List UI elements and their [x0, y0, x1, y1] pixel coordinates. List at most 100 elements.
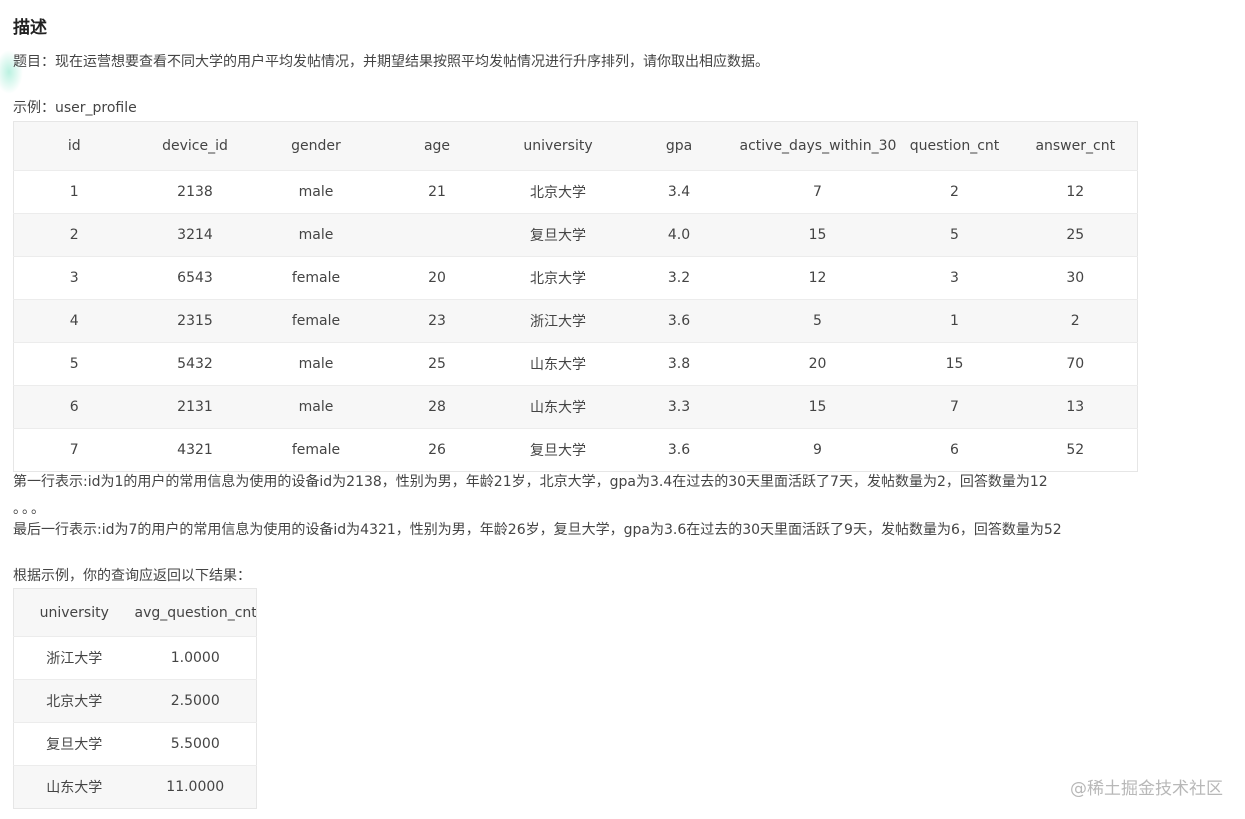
- table-row: 北京大学 2.5000: [13, 679, 257, 723]
- cell-device-id: 5432: [177, 356, 213, 372]
- cell-age: 25: [428, 356, 446, 372]
- column-header-active-days: active_days_within_30: [739, 138, 896, 154]
- column-header-device-id: device_id: [162, 138, 228, 154]
- cell-gender: female: [291, 442, 341, 458]
- cell-gpa: 4.0: [667, 227, 691, 243]
- cell-question-cnt: 15: [945, 356, 964, 372]
- cell-university: 山东大学: [530, 357, 586, 373]
- table-header-row: id device_id gender age university gpa a…: [13, 121, 1138, 171]
- cell-gender: male: [298, 227, 334, 243]
- cell-university: 复旦大学: [530, 228, 586, 244]
- cell-university: 复旦大学: [530, 443, 586, 459]
- table-row: 6 2131 male 28 山东大学 3.3 15 7 13: [13, 385, 1138, 429]
- cell-age: 23: [428, 313, 446, 329]
- cell-question-cnt: 6: [950, 442, 959, 458]
- cell-university: 北京大学: [530, 271, 586, 287]
- cell-device-id: 2315: [177, 313, 213, 329]
- cell-active-days: 12: [808, 270, 827, 286]
- cell-avg-question-cnt: 5.5000: [170, 736, 220, 752]
- cell-answer-cnt: 70: [1066, 356, 1085, 372]
- column-header-answer-cnt: answer_cnt: [1035, 138, 1116, 154]
- cell-university: 复旦大学: [46, 737, 103, 753]
- cell-device-id: 2131: [177, 399, 213, 415]
- cell-question-cnt: 7: [950, 399, 959, 415]
- table-row: 浙江大学 1.0000: [13, 636, 257, 680]
- cell-answer-cnt: 2: [1070, 313, 1080, 329]
- cell-question-cnt: 5: [950, 227, 959, 243]
- cell-id: 1: [69, 184, 79, 200]
- column-header-id: id: [67, 138, 81, 154]
- cell-id: 4: [69, 313, 79, 329]
- column-header-age: age: [423, 138, 451, 154]
- cell-avg-question-cnt: 11.0000: [166, 779, 225, 795]
- cell-gpa: 3.6: [667, 313, 691, 329]
- cell-id: 3: [69, 270, 79, 286]
- cell-question-cnt: 2: [950, 184, 959, 200]
- cell-answer-cnt: 12: [1066, 184, 1085, 200]
- cell-active-days: 15: [808, 227, 827, 243]
- problem-description: 描述 题目：现在运营想要查看不同大学的用户平均发帖情况，并期望结果按照平均发帖情…: [0, 0, 1233, 819]
- cell-university: 北京大学: [530, 185, 586, 201]
- cell-question-cnt: 3: [950, 270, 959, 286]
- cell-active-days: 7: [813, 184, 822, 200]
- result-label: 根据示例，你的查询应返回以下结果：: [13, 568, 251, 584]
- table-row: 3 6543 female 20 北京大学 3.2 12 3 30: [13, 256, 1138, 300]
- watermark: @稀土掘金技术社区: [1070, 779, 1223, 799]
- cell-question-cnt: 1: [950, 313, 959, 329]
- user-profile-table: id device_id gender age university gpa a…: [13, 121, 1138, 472]
- column-header-gpa: gpa: [665, 138, 693, 154]
- cell-avg-question-cnt: 1.0000: [170, 650, 220, 666]
- cell-age: [377, 214, 498, 257]
- cell-gpa: 3.8: [667, 356, 691, 372]
- cell-active-days: 15: [808, 399, 827, 415]
- cell-answer-cnt: 13: [1066, 399, 1085, 415]
- cell-gender: male: [298, 356, 334, 372]
- cell-university: 北京大学: [46, 694, 103, 710]
- first-row-description: 第一行表示:id为1的用户的常用信息为使用的设备id为2138，性别为男，年龄2…: [13, 474, 1048, 490]
- cell-gender: female: [291, 313, 341, 329]
- table-row: 2 3214 male 复旦大学 4.0 15 5 25: [13, 213, 1138, 257]
- expected-result-table: university avg_question_cnt 浙江大学 1.0000 …: [13, 588, 257, 809]
- example-label: 示例：user_profile: [13, 100, 137, 116]
- cell-answer-cnt: 30: [1066, 270, 1085, 286]
- table-row: 4 2315 female 23 浙江大学 3.6 5 1 2: [13, 299, 1138, 343]
- cell-avg-question-cnt: 2.5000: [170, 693, 220, 709]
- column-header-question-cnt: question_cnt: [909, 138, 1000, 154]
- cell-age: 20: [428, 270, 446, 286]
- cell-answer-cnt: 52: [1066, 442, 1085, 458]
- cell-device-id: 4321: [177, 442, 213, 458]
- cell-gender: female: [291, 270, 341, 286]
- cell-device-id: 2138: [177, 184, 213, 200]
- column-header-university: university: [523, 138, 593, 154]
- cell-gpa: 3.4: [667, 184, 691, 200]
- cell-gpa: 3.2: [667, 270, 691, 286]
- cell-active-days: 20: [808, 356, 827, 372]
- cell-gender: male: [298, 399, 334, 415]
- cell-gpa: 3.3: [667, 399, 691, 415]
- cell-id: 7: [69, 442, 79, 458]
- table-row: 5 5432 male 25 山东大学 3.8 20 15 70: [13, 342, 1138, 386]
- cell-university: 浙江大学: [530, 314, 586, 330]
- cell-id: 2: [69, 227, 79, 243]
- cell-answer-cnt: 25: [1066, 227, 1085, 243]
- table-row: 山东大学 11.0000: [13, 765, 257, 809]
- cell-age: 26: [428, 442, 446, 458]
- cell-device-id: 3214: [177, 227, 213, 243]
- last-row-description: 最后一行表示:id为7的用户的常用信息为使用的设备id为4321，性别为男，年龄…: [13, 522, 1062, 538]
- column-header-gender: gender: [291, 138, 341, 154]
- cell-age: 28: [428, 399, 446, 415]
- cell-id: 6: [69, 399, 79, 415]
- cell-age: 21: [428, 184, 446, 200]
- cell-active-days: 5: [813, 313, 822, 329]
- table-header-row: university avg_question_cnt: [13, 588, 257, 637]
- table-row: 7 4321 female 26 复旦大学 3.6 9 6 52: [13, 428, 1138, 472]
- table-row: 复旦大学 5.5000: [13, 722, 257, 766]
- cell-university: 浙江大学: [46, 651, 103, 667]
- cell-university: 山东大学: [530, 400, 586, 416]
- cell-university: 山东大学: [46, 780, 103, 796]
- cell-gender: male: [298, 184, 334, 200]
- section-title: 描述: [13, 18, 47, 38]
- cell-id: 5: [69, 356, 79, 372]
- cell-device-id: 6543: [177, 270, 213, 286]
- cell-gpa: 3.6: [667, 442, 691, 458]
